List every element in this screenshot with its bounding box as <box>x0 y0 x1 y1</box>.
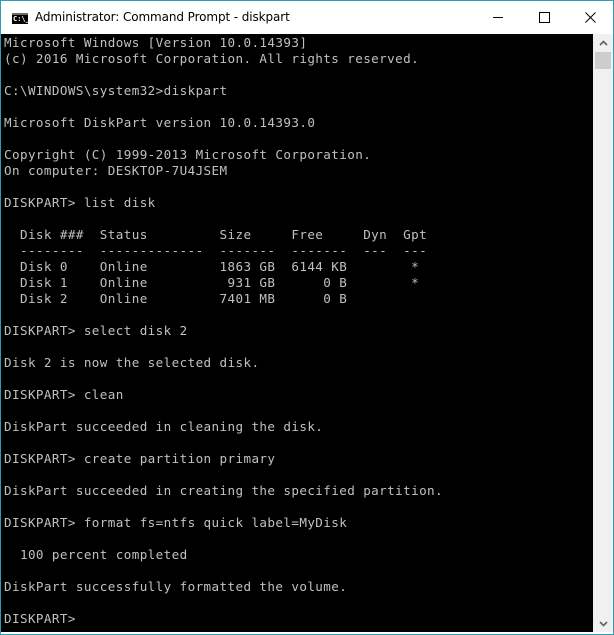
scroll-down-button[interactable] <box>593 615 613 632</box>
cmd-icon[interactable]: C:\_ <box>12 13 30 24</box>
console-line: 100 percent completed <box>4 547 188 562</box>
console-line: Disk 1 Online 931 GB 0 B * <box>4 275 420 290</box>
console-output[interactable]: Microsoft Windows [Version 10.0.14393] (c… <box>1 34 593 632</box>
console-command-line: DISKPART> create partition primary <box>4 451 276 466</box>
close-icon <box>584 12 596 23</box>
console-line: Copyright (C) 1999-2013 Microsoft Corpor… <box>4 147 372 162</box>
console-line: DiskPart succeeded in creating the speci… <box>4 483 444 498</box>
console-command-line: DISKPART> clean <box>4 387 124 402</box>
console-line: DiskPart successfully formatted the volu… <box>4 579 348 594</box>
console-line: Disk 0 Online 1863 GB 6144 KB * <box>4 259 420 274</box>
console-command-line: DISKPART> <box>4 611 84 626</box>
chevron-down-icon <box>598 620 608 627</box>
scroll-up-button[interactable] <box>593 34 613 51</box>
console-line: -------- ------------- ------- ------- -… <box>4 243 428 258</box>
console-line: (c) 2016 Microsoft Corporation. All righ… <box>4 51 420 66</box>
console-line: Microsoft DiskPart version 10.0.14393.0 <box>4 115 316 130</box>
console-line: On computer: DESKTOP-7U4JSEM <box>4 163 228 178</box>
maximize-icon <box>538 12 550 23</box>
window-title: Administrator: Command Prompt - diskpart <box>35 10 290 24</box>
console-text: Microsoft Windows [Version 10.0.14393] (c… <box>4 35 443 627</box>
console-command-line: DISKPART> list disk <box>4 195 156 210</box>
console-command-line: C:\WINDOWS\system32>diskpart <box>4 83 228 98</box>
chevron-up-icon <box>598 39 608 46</box>
console-line: Disk ### Status Size Free Dyn Gpt <box>4 227 428 242</box>
console-line: Disk 2 Online 7401 MB 0 B <box>4 291 348 306</box>
title-bar[interactable]: C:\_ Administrator: Command Prompt - dis… <box>1 1 613 34</box>
console-line: DiskPart succeeded in cleaning the disk. <box>4 419 324 434</box>
maximize-button[interactable] <box>521 1 567 34</box>
console-line: Disk 2 is now the selected disk. <box>4 355 260 370</box>
minimize-icon <box>493 17 503 18</box>
scroll-thumb[interactable] <box>595 52 611 69</box>
close-button[interactable] <box>567 1 613 34</box>
vertical-scrollbar[interactable] <box>593 34 613 632</box>
console-command-line: DISKPART> format fs=ntfs quick label=MyD… <box>4 515 348 530</box>
command-prompt-window: C:\_ Administrator: Command Prompt - dis… <box>0 0 614 635</box>
console-line: Microsoft Windows [Version 10.0.14393] <box>4 35 308 50</box>
minimize-button[interactable] <box>475 1 521 34</box>
console-command-line: DISKPART> select disk 2 <box>4 323 188 338</box>
